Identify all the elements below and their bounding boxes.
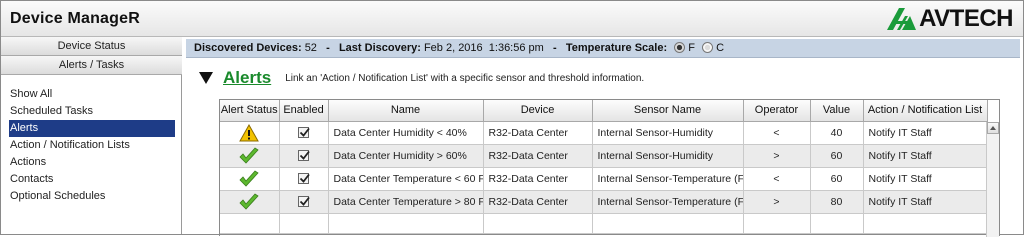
alerts-table-container: Alert Status Enabled Name Device Sensor … [219, 99, 1000, 237]
avtech-logo-icon [887, 8, 917, 30]
sensor-name-cell: Internal Sensor-Humidity [592, 121, 744, 145]
empty-cell [743, 213, 811, 234]
enabled-checkbox[interactable] [298, 150, 310, 162]
action-list-cell: Notify IT Staff [863, 121, 988, 145]
column-header-name[interactable]: Name [328, 100, 484, 122]
brand-name: AVTECH [919, 5, 1013, 32]
alerts-section-header: Alerts Link an 'Action / Notification Li… [199, 67, 644, 89]
sidebar-item-actions[interactable]: Actions [9, 154, 175, 171]
operator-cell: > [743, 190, 811, 214]
operator-cell: < [743, 121, 811, 145]
temperature-scale-f-radio[interactable] [674, 42, 686, 53]
table-row[interactable]: Data Center Temperature > 80 F R32-Data C… [220, 190, 988, 214]
sidebar-item-contacts[interactable]: Contacts [9, 171, 175, 188]
sensor-name-cell: Internal Sensor-Humidity [592, 144, 744, 168]
avtech-logo: AVTECH [885, 5, 1013, 33]
empty-cell [592, 213, 744, 234]
empty-row [220, 213, 988, 234]
name-cell: Data Center Temperature > 80 F [328, 190, 484, 214]
table-row[interactable]: Data Center Humidity > 60% R32-Data Cente… [220, 144, 988, 168]
sidebar: Device Status Alerts / Tasks Show All Sc… [1, 37, 182, 234]
temperature-scale-label: Temperature Scale: [565, 42, 668, 54]
alert-status-cell [220, 144, 280, 168]
temperature-scale-c-label: C [716, 42, 725, 54]
enabled-cell [279, 167, 329, 191]
empty-cell [483, 213, 593, 234]
operator-cell: > [743, 144, 811, 168]
discovered-devices-count: 52 [304, 42, 317, 54]
action-list-cell: Notify IT Staff [863, 144, 988, 168]
column-header-alert-status[interactable]: Alert Status [220, 100, 280, 122]
empty-cell [279, 213, 329, 234]
sidebar-button-alerts-tasks[interactable]: Alerts / Tasks [1, 56, 182, 75]
action-list-cell: Notify IT Staff [863, 190, 988, 214]
discovery-info-bar: Discovered Devices: 52 - Last Discovery:… [186, 39, 1020, 58]
checkmark-icon [238, 169, 260, 187]
app-title: Device ManageR [10, 10, 140, 27]
discovered-devices-label: Discovered Devices: [194, 42, 302, 54]
enabled-cell [279, 144, 329, 168]
enabled-checkbox[interactable] [298, 127, 310, 139]
separator: - [326, 42, 330, 54]
last-discovery-value: Feb 2, 2016 1:36:56 pm [423, 42, 544, 54]
separator: - [553, 42, 557, 54]
action-list-cell: Notify IT Staff [863, 167, 988, 191]
sidebar-button-device-status[interactable]: Device Status [1, 37, 182, 56]
sensor-name-cell: Internal Sensor-Temperature (F) [592, 190, 744, 214]
column-header-enabled[interactable]: Enabled [279, 100, 329, 122]
alerts-title-link[interactable]: Alerts [223, 68, 271, 88]
empty-cell [328, 213, 484, 234]
alert-status-cell [220, 167, 280, 191]
empty-cell [810, 213, 864, 234]
sidebar-item-alerts[interactable]: Alerts [9, 120, 175, 137]
sidebar-item-action-notification-lists[interactable]: Action / Notification Lists [9, 137, 175, 154]
sidebar-item-show-all[interactable]: Show All [9, 86, 175, 103]
column-header-operator[interactable]: Operator [743, 100, 811, 122]
alerts-table: Alert Status Enabled Name Device Sensor … [220, 100, 988, 234]
sensor-name-cell: Internal Sensor-Temperature (F) [592, 167, 744, 191]
sidebar-item-optional-schedules[interactable]: Optional Schedules [9, 188, 175, 205]
app-window: Device ManageR AVTECH Device Status Aler… [0, 0, 1024, 237]
operator-cell: < [743, 167, 811, 191]
table-row[interactable]: Data Center Temperature < 60 F R32-Data C… [220, 167, 988, 191]
last-discovery-label: Last Discovery: [338, 42, 421, 54]
scroll-up-arrow-icon[interactable] [987, 122, 999, 134]
name-cell: Data Center Temperature < 60 F [328, 167, 484, 191]
device-cell: R32-Data Center [483, 144, 593, 168]
device-cell: R32-Data Center [483, 121, 593, 145]
temperature-scale-f-label: F [688, 42, 695, 54]
alert-status-cell [220, 190, 280, 214]
app-header: Device ManageR AVTECH [1, 1, 1023, 37]
empty-cell [220, 213, 280, 234]
name-cell: Data Center Humidity < 40% [328, 121, 484, 145]
value-cell: 60 [810, 167, 864, 191]
column-header-device[interactable]: Device [483, 100, 593, 122]
collapse-triangle-icon[interactable] [199, 72, 213, 84]
name-cell: Data Center Humidity > 60% [328, 144, 484, 168]
alert-status-cell [220, 121, 280, 145]
checkmark-icon [238, 146, 260, 164]
enabled-checkbox[interactable] [298, 196, 310, 208]
column-header-value[interactable]: Value [810, 100, 864, 122]
temperature-scale-c-radio[interactable] [702, 42, 714, 53]
device-cell: R32-Data Center [483, 167, 593, 191]
enabled-checkbox[interactable] [298, 173, 310, 185]
table-row[interactable]: Data Center Humidity < 40% R32-Data Cente… [220, 121, 988, 145]
column-header-sensor-name[interactable]: Sensor Name [592, 100, 744, 122]
column-header-action-list[interactable]: Action / Notification List [863, 100, 988, 122]
value-cell: 80 [810, 190, 864, 214]
warning-icon [239, 123, 260, 141]
device-cell: R32-Data Center [483, 190, 593, 214]
value-cell: 40 [810, 121, 864, 145]
enabled-cell [279, 190, 329, 214]
empty-cell [863, 213, 988, 234]
table-scrollbar[interactable] [986, 122, 999, 237]
alerts-description: Link an 'Action / Notification List' wit… [285, 72, 645, 84]
sidebar-menu: Show All Scheduled Tasks Alerts Action /… [9, 86, 175, 205]
value-cell: 60 [810, 144, 864, 168]
checkmark-icon [238, 192, 260, 210]
enabled-cell [279, 121, 329, 145]
sidebar-item-scheduled-tasks[interactable]: Scheduled Tasks [9, 103, 175, 120]
